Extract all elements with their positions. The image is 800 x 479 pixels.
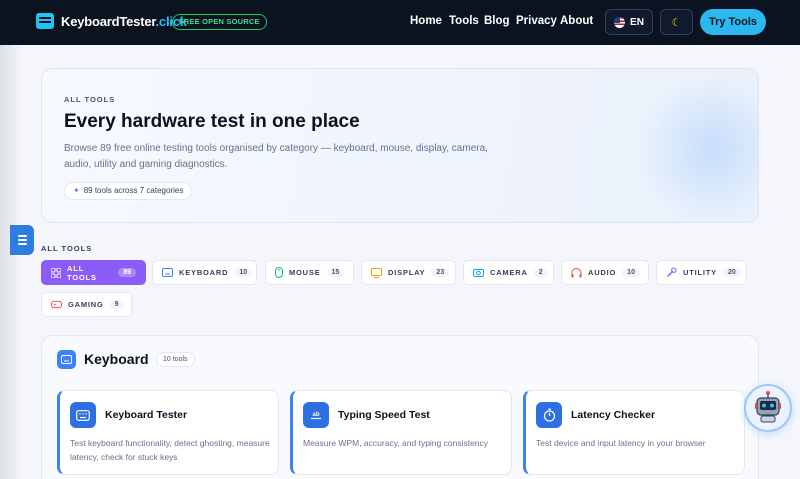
menu-icon-line (17, 239, 27, 241)
nav-link-privacy[interactable]: Privacy (516, 15, 557, 27)
chip-count: 20 (722, 268, 741, 277)
nav-link-tools[interactable]: Tools (449, 15, 479, 27)
tools-count-label: 89 tools across 7 categories (83, 186, 184, 195)
sidebar-shade (0, 45, 22, 479)
section-tool-count: 10 tools (156, 352, 195, 367)
chip-count: 89 (118, 268, 136, 277)
filter-chip-audio[interactable]: AUDIO 10 (561, 260, 649, 285)
try-tools-button[interactable]: Try Tools (700, 9, 766, 35)
tools-count-pill: ✦ 89 tools across 7 categories (64, 182, 193, 200)
sidebar-toggle-button[interactable] (10, 225, 34, 255)
page-title: Every hardware test in one place (64, 111, 360, 132)
chip-label: UTILITY (683, 268, 717, 277)
filter-chip-display[interactable]: DISPLAY 23 (361, 260, 456, 285)
top-navbar: KeyboardTester.click FREE OPEN SOURCE Ho… (0, 0, 800, 45)
keyboard-icon (162, 267, 173, 278)
tool-card-latency-checker[interactable]: Latency Checker Test device and input la… (523, 390, 745, 475)
filter-chip-mouse[interactable]: MOUSE 15 (265, 260, 354, 285)
keyboard-icon (57, 350, 76, 369)
chip-label: AUDIO (588, 268, 617, 277)
hero-glow (632, 79, 758, 219)
filter-chip-utility[interactable]: UTILITY 20 (656, 260, 747, 285)
chip-count: 15 (326, 268, 345, 277)
language-selector[interactable]: EN (605, 9, 653, 35)
hero-eyebrow: ALL TOOLS (64, 95, 116, 104)
filter-section-label: ALL TOOLS (41, 244, 93, 253)
chip-label: KEYBOARD (179, 268, 229, 277)
keyboard-icon (70, 402, 96, 428)
filter-chip-gaming[interactable]: GAMING 9 (41, 292, 132, 317)
card-description: Test device and input latency in your br… (536, 438, 706, 448)
typing-icon: ab (303, 402, 329, 428)
tools-icon: ✦ (73, 186, 80, 195)
chip-count: 2 (533, 268, 548, 277)
card-description: Test keyboard functionality, detect ghos… (70, 438, 270, 462)
tool-card-keyboard-tester[interactable]: Keyboard Tester Test keyboard functional… (57, 390, 279, 475)
monitor-icon (371, 267, 382, 278)
nav-link-about[interactable]: About (560, 15, 593, 27)
chip-count: 10 (234, 268, 253, 277)
filter-chip-camera[interactable]: CAMERA 2 (463, 260, 554, 285)
site-logo[interactable]: KeyboardTester.click (61, 14, 187, 29)
camera-icon (473, 267, 484, 278)
filter-chip-all-tools[interactable]: ALL TOOLS 89 (41, 260, 146, 285)
headphones-icon (571, 267, 582, 278)
tool-card-typing-speed-test[interactable]: ab Typing Speed Test Measure WPM, accura… (290, 390, 512, 475)
menu-icon (17, 235, 27, 237)
wrench-icon (666, 267, 677, 278)
stopwatch-icon (536, 402, 562, 428)
chip-count: 9 (109, 300, 124, 309)
chip-count: 23 (431, 268, 450, 277)
chip-label: DISPLAY (388, 268, 426, 277)
us-flag-icon (614, 16, 626, 28)
robot-icon (755, 391, 781, 423)
chip-label: ALL TOOLS (67, 263, 97, 282)
free-open-source-badge: FREE OPEN SOURCE (172, 14, 267, 30)
section-title: Keyboard (84, 351, 149, 367)
chip-count: 10 (622, 268, 640, 277)
grid-icon (51, 267, 62, 278)
card-title: Keyboard Tester (105, 409, 188, 421)
menu-icon-line (17, 243, 27, 245)
chip-label: GAMING (68, 300, 104, 309)
nav-link-blog[interactable]: Blog (484, 15, 510, 27)
keyboard-logo-icon[interactable] (36, 13, 54, 29)
card-title: Typing Speed Test (338, 409, 430, 421)
moon-icon: ☾ (671, 16, 682, 29)
chip-label: CAMERA (490, 268, 528, 277)
chip-label: MOUSE (289, 268, 321, 277)
language-label: EN (630, 16, 644, 28)
card-description: Measure WPM, accuracy, and typing consis… (303, 438, 489, 448)
filter-chip-keyboard[interactable]: KEYBOARD 10 (152, 260, 257, 285)
card-title: Latency Checker (571, 409, 656, 421)
svg-text:ab: ab (312, 412, 319, 418)
gamepad-icon (51, 299, 62, 310)
hero-description: Browse 89 free online testing tools orga… (64, 143, 488, 170)
hero-banner: ALL TOOLS Every hardware test in one pla… (41, 68, 759, 223)
mouse-icon (275, 267, 283, 278)
keyboard-category-section: Keyboard 10 tools Keyboard Tester Test k… (41, 335, 759, 479)
chat-assistant-button[interactable] (744, 384, 792, 432)
theme-toggle-button[interactable]: ☾ (660, 9, 693, 35)
nav-link-home[interactable]: Home (410, 15, 442, 27)
